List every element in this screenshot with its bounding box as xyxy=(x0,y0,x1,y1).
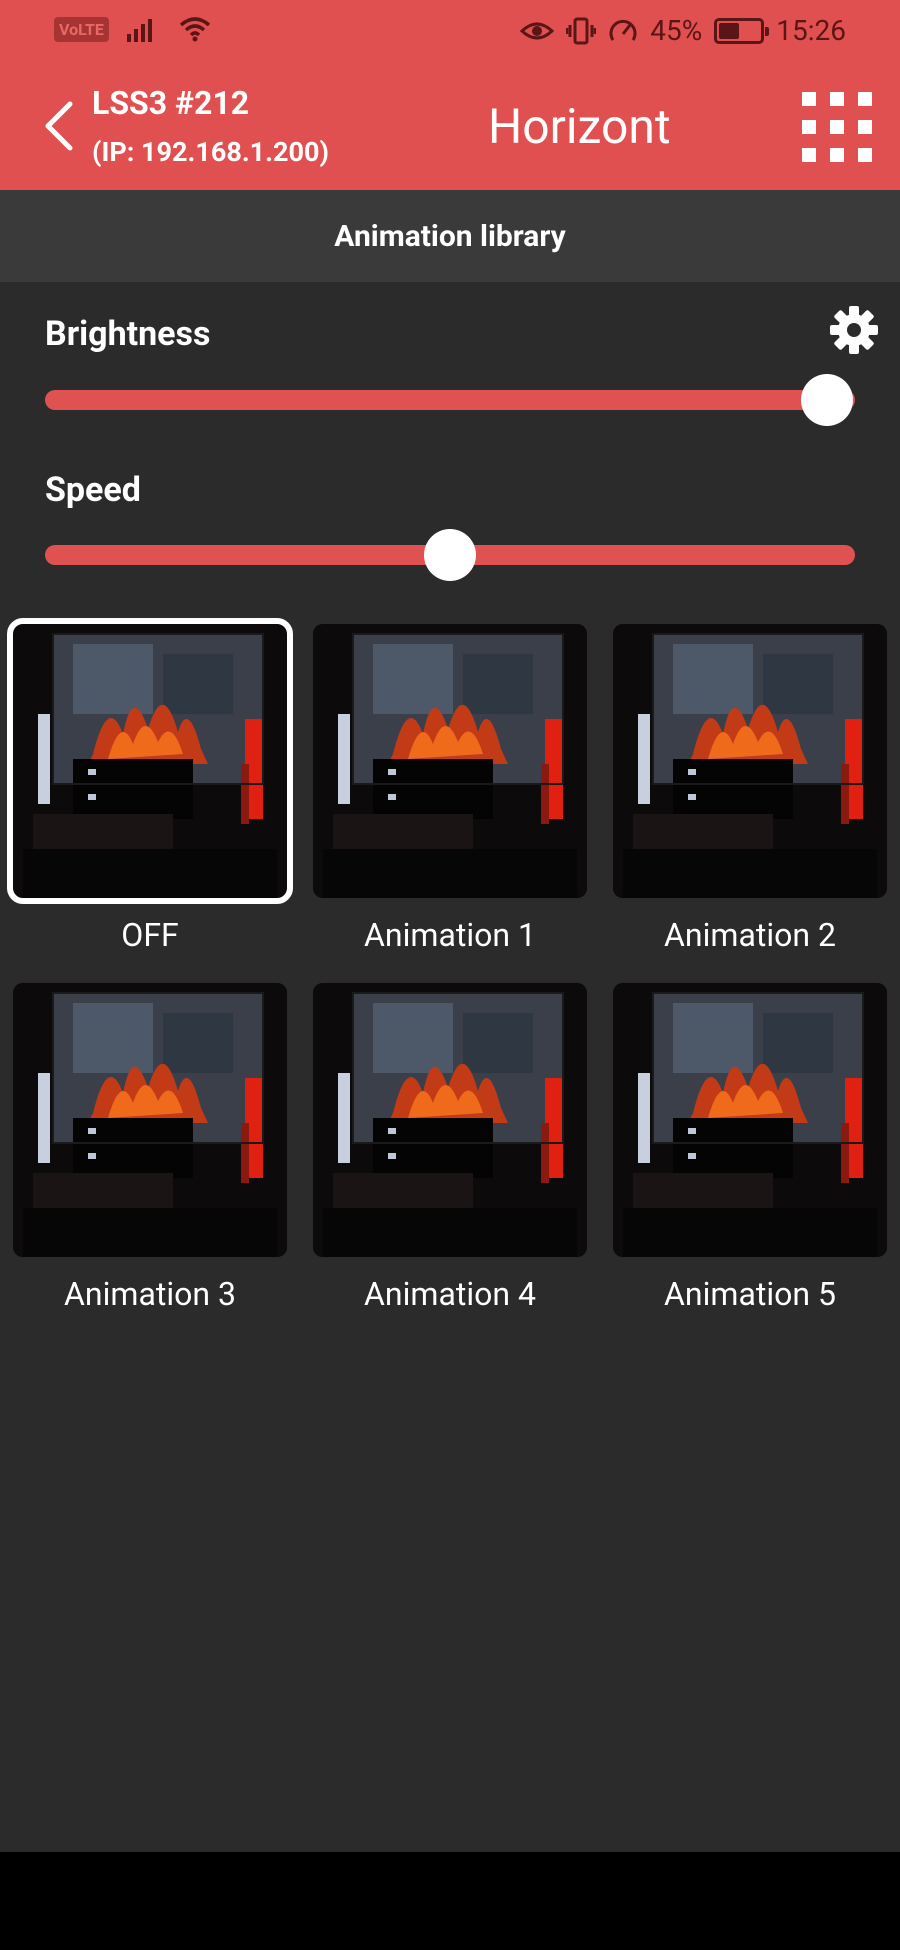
section-tab[interactable]: Animation library xyxy=(0,190,900,282)
animation-thumbnail xyxy=(313,983,587,1257)
device-ip: (IP: 192.168.1.200) xyxy=(92,136,329,168)
animation-label: Animation 5 xyxy=(664,1275,836,1313)
brightness-slider-thumb[interactable] xyxy=(801,374,853,426)
clock: 15:26 xyxy=(776,14,846,47)
system-nav-bar xyxy=(0,1852,900,1950)
back-arrow-icon[interactable] xyxy=(40,96,80,156)
vibrate-icon xyxy=(566,17,597,44)
battery-level-fill xyxy=(719,22,740,39)
brightness-slider[interactable] xyxy=(45,374,855,426)
animation-label: Animation 2 xyxy=(664,916,836,954)
device-name: LSS3 #212 xyxy=(92,84,250,122)
brightness-label: Brightness xyxy=(45,314,211,354)
app-header: VoLTE 45% 15:26 LSS3 #212 (IP: 192.168.1… xyxy=(0,0,900,190)
battery-icon xyxy=(714,17,770,44)
eye-icon xyxy=(520,22,555,39)
animation-tile[interactable]: Animation 4 xyxy=(313,983,587,1313)
animation-label: Animation 3 xyxy=(64,1275,236,1313)
animation-thumbnail xyxy=(13,983,287,1257)
animation-label: OFF xyxy=(121,916,179,954)
status-bar: VoLTE 45% 15:26 xyxy=(0,0,900,64)
speed-icon xyxy=(609,19,637,41)
speed-label: Speed xyxy=(45,470,141,510)
volte-badge: VoLTE xyxy=(54,16,109,42)
animation-tile[interactable]: Animation 5 xyxy=(613,983,887,1313)
section-title: Animation library xyxy=(334,218,566,254)
grid-menu-icon[interactable] xyxy=(802,92,874,164)
animation-tile[interactable]: OFF xyxy=(7,618,293,954)
animation-thumbnail xyxy=(613,624,887,898)
animation-label: Animation 4 xyxy=(364,1275,536,1313)
animation-tile[interactable]: Animation 3 xyxy=(13,983,287,1313)
gear-icon[interactable] xyxy=(828,304,880,356)
signal-icon xyxy=(126,19,152,42)
animation-thumbnail xyxy=(7,618,293,904)
battery-percent: 45% xyxy=(650,14,703,47)
speed-slider-thumb[interactable] xyxy=(424,529,476,581)
animation-tile[interactable]: Animation 1 xyxy=(313,624,587,954)
animation-thumbnail xyxy=(613,983,887,1257)
wifi-icon xyxy=(179,17,211,42)
page-title: Horizont xyxy=(488,98,671,155)
animation-label: Animation 1 xyxy=(364,916,536,954)
animation-thumbnail xyxy=(313,624,587,898)
speed-slider[interactable] xyxy=(45,529,855,581)
animation-tile[interactable]: Animation 2 xyxy=(613,624,887,954)
